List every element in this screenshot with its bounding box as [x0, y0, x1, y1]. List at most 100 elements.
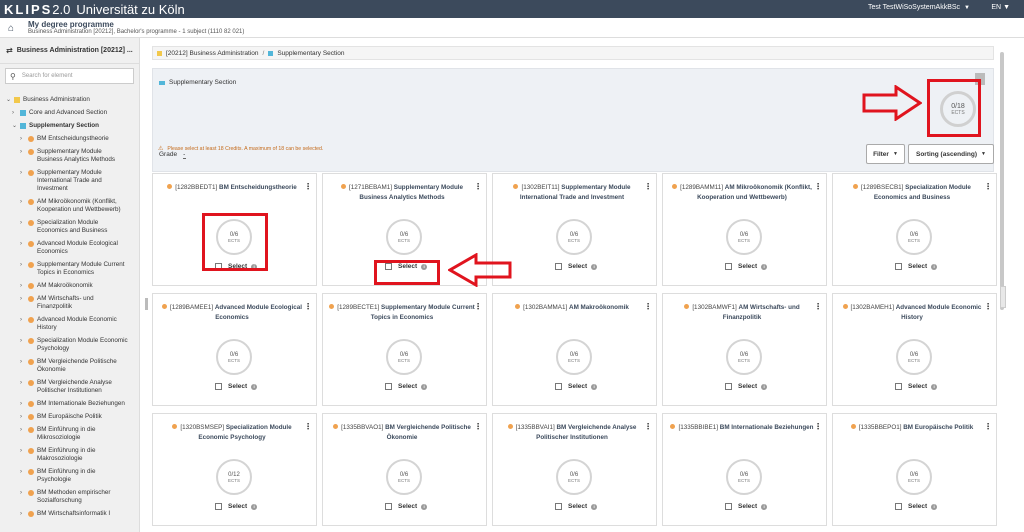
info-icon[interactable]: i [591, 503, 598, 510]
module-card[interactable]: [1320BSMSEP] Specialization Module Econo… [152, 413, 317, 526]
module-title[interactable]: [1320BSMSEP] Specialization Module Econo… [157, 423, 307, 443]
sidebar-item[interactable]: › BM Wirtschaftsinformatik I [0, 510, 139, 518]
select-option[interactable]: Select i [895, 383, 938, 390]
info-icon[interactable]: i [591, 263, 598, 270]
select-option[interactable]: Select i [555, 383, 598, 390]
select-option[interactable]: Select i [385, 383, 428, 390]
chevron-right-icon[interactable]: › [20, 261, 28, 269]
chevron-right-icon[interactable]: › [20, 468, 28, 476]
module-title[interactable]: [1335BBEPO1] BM Europäische Politik [837, 423, 987, 433]
module-title[interactable]: [1335BBVAO1] BM Vergleichende Politische… [327, 423, 477, 443]
chevron-right-icon[interactable]: › [20, 400, 28, 408]
select-option[interactable]: Select i [895, 263, 938, 270]
chevron-right-icon[interactable]: › [20, 198, 28, 206]
sidebar-item[interactable]: › AM Wirtschafts- und Finanzpolitik [0, 295, 139, 311]
sidebar-item[interactable]: › BM Methoden empirischer Sozialforschung [0, 489, 139, 505]
chevron-right-icon[interactable]: › [20, 316, 28, 324]
sidebar-item[interactable]: › Supplementary Module Current Topics in … [0, 261, 139, 277]
sidebar-item[interactable]: › BM Europäische Politik [0, 413, 139, 421]
module-title[interactable]: [1289BAMEE1] Advanced Module Ecological … [157, 303, 307, 323]
sidebar-item[interactable]: ⌄ Supplementary Section [0, 122, 139, 130]
select-checkbox[interactable] [555, 263, 562, 270]
select-checkbox[interactable] [725, 503, 732, 510]
module-card[interactable]: [1335BBVAI1] BM Vergleichende Analyse Po… [492, 413, 657, 526]
sidebar-item[interactable]: › BM Einführung in die Mikrosoziologie [0, 426, 139, 442]
module-card[interactable]: [1289BAMEE1] Advanced Module Ecological … [152, 293, 317, 406]
select-checkbox[interactable] [895, 263, 902, 270]
sidebar-item[interactable]: › BM Einführung in die Makrosoziologie [0, 447, 139, 463]
module-card[interactable]: [1335BBIBE1] BM Internationale Beziehung… [662, 413, 827, 526]
breadcrumb-item-programme[interactable]: [20212] Business Administration [166, 50, 259, 57]
select-option[interactable]: Select i [555, 503, 598, 510]
module-card[interactable]: [1302BAMMA1] AM Makroökonomik ⋮ 0/6 ECTS Sel… [492, 293, 657, 406]
kebab-menu-icon[interactable]: ⋮ [304, 302, 312, 311]
module-title[interactable]: [1302BAMMA1] AM Makroökonomik [497, 303, 647, 313]
info-icon[interactable]: i [251, 383, 258, 390]
kebab-menu-icon[interactable]: ⋮ [474, 182, 482, 191]
module-card[interactable]: [1302BAMEH1] Advanced Module Economic Hi… [832, 293, 997, 406]
kebab-menu-icon[interactable]: ⋮ [984, 422, 992, 431]
module-card[interactable]: [1335BBVAO1] BM Vergleichende Politische… [322, 413, 487, 526]
info-icon[interactable]: i [251, 503, 258, 510]
sidebar-item[interactable]: › AM Makroökonomik [0, 282, 139, 290]
kebab-menu-icon[interactable]: ⋮ [304, 422, 312, 431]
info-icon[interactable]: i [761, 263, 768, 270]
module-title[interactable]: [1289BAMM11] AM Mikroökonomik (Konflikt,… [667, 183, 817, 203]
info-icon[interactable]: i [591, 383, 598, 390]
info-icon[interactable]: i [421, 383, 428, 390]
module-card[interactable]: [1289BSECB1] Specialization Module Econo… [832, 173, 997, 286]
scrollbar[interactable] [1000, 52, 1004, 310]
module-title[interactable]: [1302BAMWF1] AM Wirtschafts- und Finanzp… [667, 303, 817, 323]
sidebar-item[interactable]: ⌄ Business Administration [0, 96, 139, 104]
info-icon[interactable]: i [931, 503, 938, 510]
info-icon[interactable]: i [931, 263, 938, 270]
select-checkbox[interactable] [895, 383, 902, 390]
chevron-down-icon[interactable]: ⌄ [6, 96, 14, 104]
chevron-right-icon[interactable]: › [12, 109, 20, 117]
select-checkbox[interactable] [895, 503, 902, 510]
module-card[interactable]: [1289BAMM11] AM Mikroökonomik (Konflikt,… [662, 173, 827, 286]
chevron-right-icon[interactable]: › [20, 413, 28, 421]
module-card[interactable]: [1289BECTE1] Supplementary Module Curren… [322, 293, 487, 406]
kebab-menu-icon[interactable]: ⋮ [814, 422, 822, 431]
sidebar-header[interactable]: ⇄ Business Administration [20212] ... [0, 38, 139, 64]
select-checkbox[interactable] [385, 383, 392, 390]
module-card[interactable]: [1302BEIT11] Supplementary Module Intern… [492, 173, 657, 286]
select-option[interactable]: Select i [725, 503, 768, 510]
sidebar-item[interactable]: › Core and Advanced Section [0, 109, 139, 117]
chevron-right-icon[interactable]: › [20, 510, 28, 518]
select-option[interactable]: Select i [555, 263, 598, 270]
select-checkbox[interactable] [215, 383, 222, 390]
right-panel-handle[interactable] [1000, 286, 1006, 308]
sidebar-item[interactable]: › BM Vergleichende Analyse Politischer In… [0, 379, 139, 395]
select-option[interactable]: Select i [215, 383, 258, 390]
info-icon[interactable]: i [931, 383, 938, 390]
chevron-right-icon[interactable]: › [20, 447, 28, 455]
search-input[interactable]: ⚲ Search for element [5, 68, 134, 84]
sidebar-item[interactable]: › BM Einführung in die Psychologie [0, 468, 139, 484]
chevron-right-icon[interactable]: › [20, 240, 28, 248]
module-card[interactable]: [1335BBEPO1] BM Europäische Politik ⋮ 0/6 E… [832, 413, 997, 526]
module-title[interactable]: [1271BEBAM1] Supplementary Module Busine… [327, 183, 477, 203]
select-checkbox[interactable] [215, 503, 222, 510]
select-checkbox[interactable] [385, 503, 392, 510]
select-option[interactable]: Select i [215, 503, 258, 510]
chevron-right-icon[interactable]: › [20, 379, 28, 387]
sorting-button[interactable]: Sorting (ascending) ▼ [908, 144, 994, 164]
sidebar-item[interactable]: › Specialization Module Economic Psycholo… [0, 337, 139, 353]
klips-logo[interactable]: KLIPS2.0 [0, 2, 70, 17]
info-icon[interactable]: i [421, 503, 428, 510]
sidebar-item[interactable]: › Specialization Module Economics and Bus… [0, 219, 139, 235]
select-checkbox[interactable] [725, 263, 732, 270]
chevron-down-icon[interactable]: ⌄ [12, 122, 20, 130]
chevron-right-icon[interactable]: › [20, 295, 28, 303]
sidebar-item[interactable]: › Supplementary Module International Trad… [0, 169, 139, 193]
kebab-menu-icon[interactable]: ⋮ [644, 302, 652, 311]
info-icon[interactable]: i [761, 503, 768, 510]
kebab-menu-icon[interactable]: ⋮ [644, 182, 652, 191]
sidebar-item[interactable]: › Advanced Module Economic History [0, 316, 139, 332]
module-card[interactable]: [1302BAMWF1] AM Wirtschafts- und Finanzp… [662, 293, 827, 406]
kebab-menu-icon[interactable]: ⋮ [304, 182, 312, 191]
kebab-menu-icon[interactable]: ⋮ [984, 302, 992, 311]
chevron-right-icon[interactable]: › [20, 148, 28, 156]
